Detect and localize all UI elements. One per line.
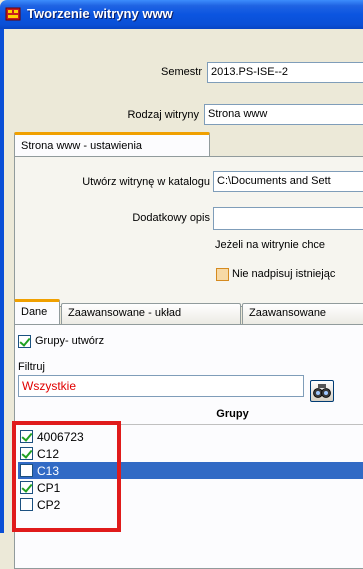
tab-label: Dane [21,306,48,318]
overwrite-label: Nie nadpisuj istniejąc [232,268,336,280]
semestr-label: Semestr [161,66,202,78]
app-window-icon [5,7,21,21]
tab-zaawansowane-uklad[interactable]: Zaawansowane - układ [61,303,241,324]
filtr-field[interactable]: Wszystkie [18,375,304,397]
highlight-box [12,421,121,532]
filtr-label: Filtruj [18,361,45,373]
opis-label: Dodatkowy opis [132,212,210,224]
tab-strona-www-ustawienia[interactable]: Strona www - ustawienia [14,132,210,156]
katalog-label: Utwórz witrynę w katalogu [82,176,210,188]
window-title: Tworzenie witryny www [27,6,173,21]
tab-label: Zaawansowane - układ [68,307,182,319]
note-text: Jeżeli na witrynie chce [215,239,326,251]
tab-label: Zaawansowane [249,307,327,319]
tab-zaawansowane[interactable]: Zaawansowane [242,303,363,324]
tab-label: Strona www - ustawienia [21,140,143,152]
title-bar[interactable]: Tworzenie witryny www [0,0,363,29]
grupy-utworz-label: Grupy- utwórz [35,335,105,347]
overwrite-checkbox[interactable] [216,268,229,281]
binoculars-icon [313,384,331,398]
katalog-field[interactable]: C:\Documents and Sett [213,171,363,192]
grupy-utworz-checkbox[interactable] [18,335,31,348]
rodzaj-witryny-label: Rodzaj witryny [127,109,199,121]
rodzaj-witryny-field[interactable]: Strona www [204,104,363,125]
window-client-area: Semestr 2013.PS-ISE--2 Rodzaj witryny St… [4,29,363,569]
filter-button[interactable] [310,380,334,402]
semestr-field[interactable]: 2013.PS-ISE--2 [207,62,363,83]
tab-dane[interactable]: Dane [14,299,60,324]
opis-field[interactable] [213,207,363,230]
